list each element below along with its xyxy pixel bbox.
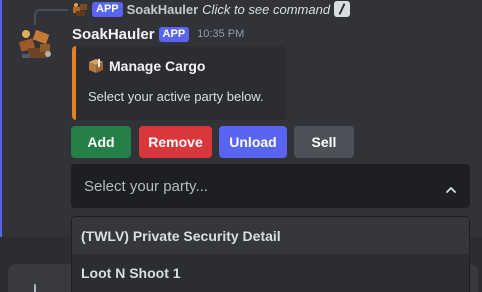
party-select[interactable]: Select your party...	[71, 164, 470, 208]
timestamp[interactable]: 10:35 PM	[197, 28, 244, 40]
embed-title: Manage Cargo	[88, 58, 205, 74]
embed-title-text: Manage Cargo	[109, 58, 206, 74]
reply-spine	[34, 9, 68, 25]
remove-button[interactable]: Remove	[139, 126, 212, 158]
reply-username[interactable]: SoakHauler	[127, 2, 199, 17]
embed-description: Select your active party below.	[88, 89, 264, 104]
package-icon	[88, 58, 104, 74]
command-hint[interactable]: Click to see command	[202, 2, 330, 17]
party-dropdown: (TWLV) Private Security Detail Loot N Sh…	[71, 216, 470, 292]
sell-button[interactable]: Sell	[294, 126, 354, 158]
reply-reference[interactable]: APP SoakHauler Click to see command	[72, 0, 351, 18]
message-header: SoakHauler APP 10:35 PM	[72, 24, 244, 44]
embed-card: Manage Cargo Select your active party be…	[72, 46, 286, 120]
add-attachment-icon[interactable]	[34, 284, 36, 292]
app-badge: APP	[158, 26, 190, 42]
unload-button[interactable]: Unload	[219, 126, 287, 158]
username[interactable]: SoakHauler	[72, 26, 155, 43]
add-button[interactable]: Add	[71, 126, 131, 158]
chevron-up-icon	[446, 182, 456, 193]
avatar[interactable]	[16, 24, 56, 64]
slash-command-icon	[334, 1, 351, 17]
dropdown-option[interactable]: (TWLV) Private Security Detail	[72, 217, 469, 254]
mention-highlight-bar	[0, 0, 2, 237]
app-badge: APP	[92, 1, 123, 17]
select-placeholder: Select your party...	[84, 178, 208, 195]
dropdown-option[interactable]: Loot N Shoot 1	[72, 254, 469, 291]
cargo-crate-icon	[72, 1, 88, 17]
